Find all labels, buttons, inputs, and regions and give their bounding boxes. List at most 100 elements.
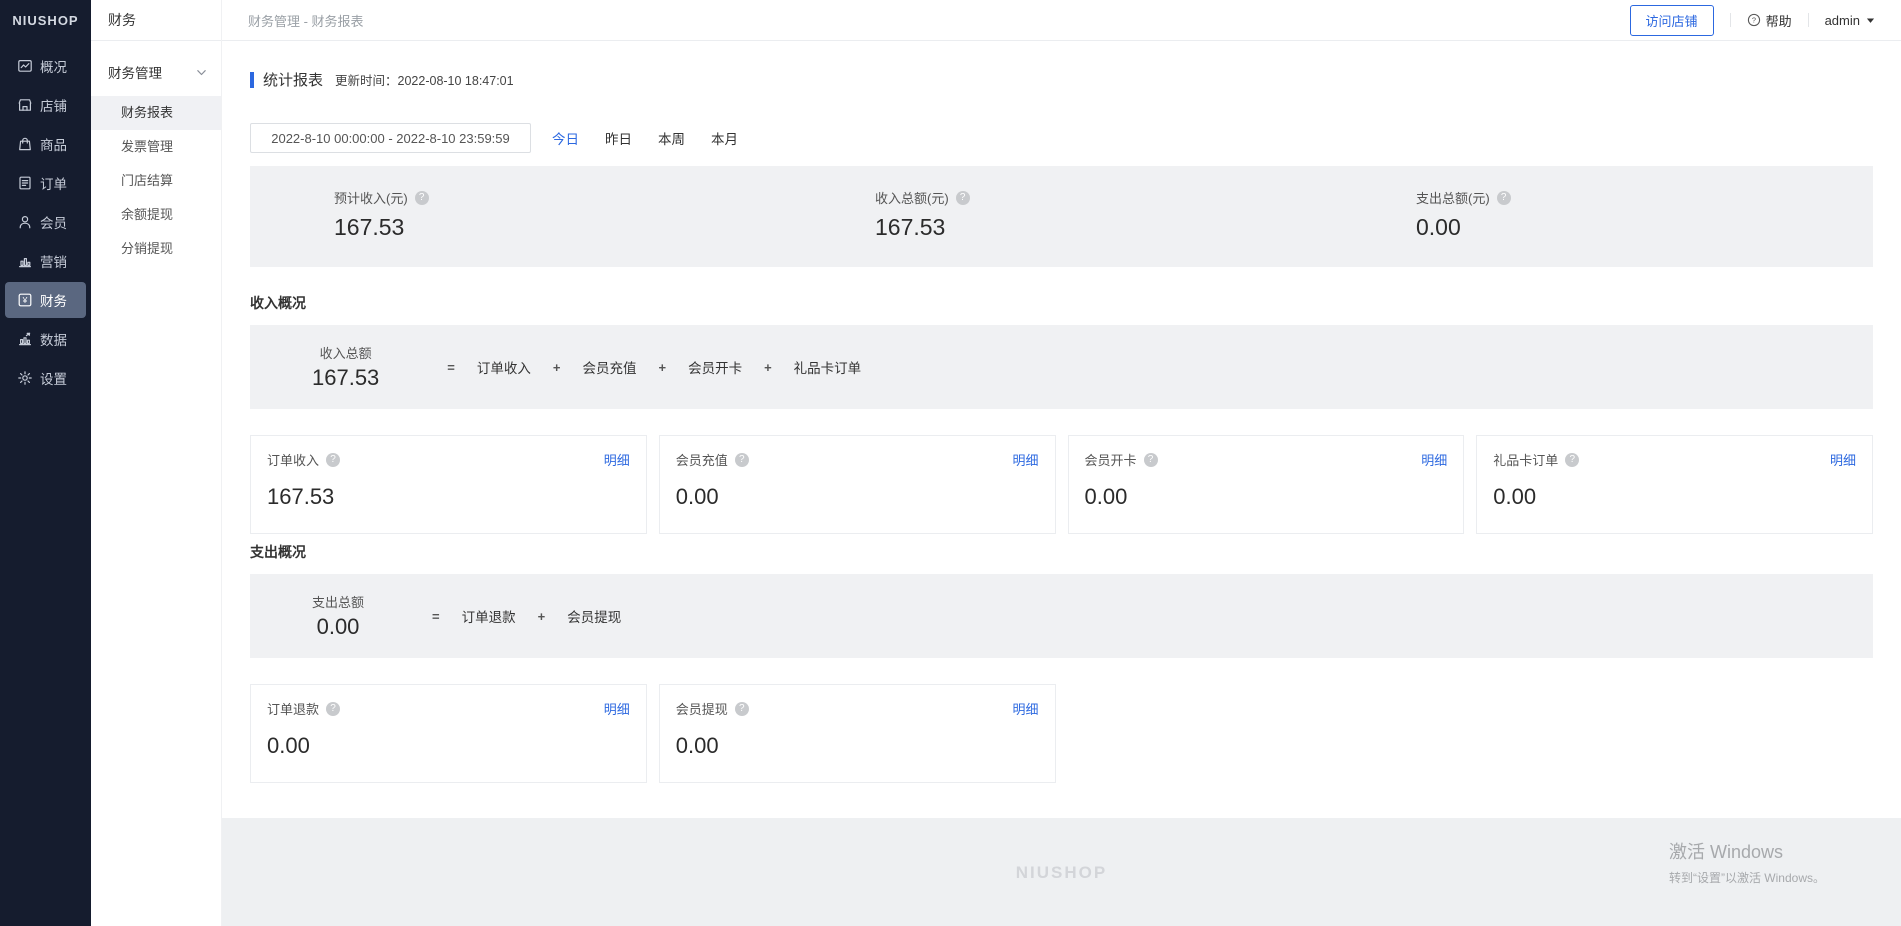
sidebar-item-shop[interactable]: 店铺 [5, 87, 86, 123]
page-footer: NIUSHOP 激活 Windows 转到“设置”以激活 Windows。 [222, 818, 1901, 926]
section-heading: 支出概况 [250, 542, 1873, 562]
svg-text:¥: ¥ [22, 295, 28, 305]
stat-card-label-text: 会员充值 [676, 450, 728, 469]
help-menu[interactable]: ? 帮助 [1747, 11, 1792, 30]
user-menu[interactable]: admin [1825, 13, 1875, 28]
formula-component: 订单收入 [477, 357, 531, 377]
date-range-input[interactable] [250, 123, 531, 153]
stat-card-value: 0.00 [1085, 484, 1448, 510]
submenu-item-0[interactable]: 财务报表 [91, 96, 221, 130]
stat-card-label: 会员提现? [676, 699, 749, 718]
formula-component: 会员充值 [582, 357, 636, 377]
quick-filter-2[interactable]: 本周 [658, 128, 685, 148]
help-tip-icon[interactable]: ? [956, 191, 970, 205]
quick-filter-3[interactable]: 本月 [711, 128, 738, 148]
detail-link[interactable]: 明细 [604, 450, 630, 469]
formula-component: 礼品卡订单 [794, 357, 862, 377]
detail-link[interactable]: 明细 [1421, 450, 1447, 469]
help-tip-icon[interactable]: ? [735, 702, 749, 716]
formula-total-label: 支出总额 [312, 592, 364, 611]
detail-link[interactable]: 明细 [1830, 450, 1856, 469]
niushop-watermark: NIUSHOP [1016, 863, 1107, 883]
stat-card-value: 0.00 [267, 733, 630, 759]
data-icon [17, 331, 33, 347]
sidebar-item-finance[interactable]: ¥财务 [5, 282, 86, 318]
svg-text:?: ? [1751, 16, 1755, 25]
formula-total-value: 167.53 [312, 365, 379, 391]
stat-card-label: 礼品卡订单? [1493, 450, 1579, 469]
sidebar-item-label: 店铺 [40, 95, 67, 115]
formula-total: 支出总额 0.00 [312, 592, 364, 640]
stat-card: 会员开卡? 明细 0.00 [1068, 435, 1465, 534]
marketing-icon [17, 253, 33, 269]
chevron-down-icon [196, 67, 207, 78]
submenu-item-1[interactable]: 发票管理 [91, 130, 221, 164]
sidebar-item-data[interactable]: 数据 [5, 321, 86, 357]
module-title: 财务 [91, 0, 221, 41]
summary-stat-label: 支出总额(元)? [1416, 188, 1873, 207]
formula-total-value: 0.00 [312, 614, 364, 640]
help-circle-icon: ? [1747, 13, 1761, 27]
topbar-divider [1730, 13, 1731, 27]
equals-sign: = [447, 360, 455, 375]
topbar-right: 访问店铺 ? 帮助 admin [1630, 5, 1875, 36]
sidebar-item-orders[interactable]: 订单 [5, 165, 86, 201]
sidebar-item-settings[interactable]: 设置 [5, 360, 86, 396]
help-tip-icon[interactable]: ? [415, 191, 429, 205]
stat-card-label: 会员开卡? [1085, 450, 1158, 469]
caret-down-icon [1866, 16, 1875, 25]
detail-link[interactable]: 明细 [1012, 699, 1038, 718]
overview-icon [17, 58, 33, 74]
stat-card-header: 会员提现? 明细 [676, 699, 1039, 718]
help-tip-icon[interactable]: ? [735, 453, 749, 467]
topbar: 财务管理 - 财务报表 访问店铺 ? 帮助 admin [222, 0, 1901, 41]
main-area: 财务管理 - 财务报表 访问店铺 ? 帮助 admin 统计报表 更新时间：2 [222, 0, 1901, 926]
breadcrumb: 财务管理 - 财务报表 [248, 11, 364, 30]
formula-panel: 支出总额0.00=订单退款+会员提现 [250, 574, 1873, 658]
detail-link[interactable]: 明细 [604, 699, 630, 718]
formula-total: 收入总额167.53 [312, 343, 379, 391]
stat-card: 礼品卡订单?明细0.00 [1476, 435, 1873, 534]
stat-card-header: 会员开卡? 明细 [1085, 450, 1448, 469]
quick-filter-0[interactable]: 今日 [552, 128, 579, 148]
sidebar-item-members[interactable]: 会员 [5, 204, 86, 240]
help-tip-icon[interactable]: ? [326, 702, 340, 716]
stat-card-label: 订单收入? [267, 450, 340, 469]
summary-stat-label: 预计收入(元)? [334, 188, 791, 207]
date-filter-row: 今日 昨日 本周 本月 [250, 123, 1873, 153]
stat-card-label-text: 礼品卡订单 [1493, 450, 1558, 469]
submenu-group-finance-management[interactable]: 财务管理 [91, 41, 221, 96]
submenu-item-3[interactable]: 余额提现 [91, 198, 221, 232]
submenu-item-4[interactable]: 分销提现 [91, 232, 221, 266]
help-tip-icon[interactable]: ? [1565, 453, 1579, 467]
cards-row: 订单退款?明细0.00会员提现?明细0.00 [250, 684, 1873, 783]
sidebar-item-label: 数据 [40, 329, 67, 349]
detail-link[interactable]: 明细 [1012, 450, 1038, 469]
sidebar-item-overview[interactable]: 概况 [5, 48, 86, 84]
summary-stat-value: 167.53 [875, 214, 1332, 241]
plus-sign: + [553, 360, 561, 375]
help-tip-icon[interactable]: ? [1144, 453, 1158, 467]
app-window: NIUSHOP 概况店铺商品订单会员营销¥财务数据设置 财务 财务管理 财务报表… [0, 0, 1901, 926]
title-accent-bar [250, 72, 254, 88]
primary-sidebar: NIUSHOP 概况店铺商品订单会员营销¥财务数据设置 [0, 0, 91, 926]
stat-card-label-text: 订单退款 [267, 699, 319, 718]
help-tip-icon[interactable]: ? [1497, 191, 1511, 205]
members-icon [17, 214, 33, 230]
sidebar-item-label: 设置 [40, 368, 67, 388]
section-0: 收入概况收入总额167.53=订单收入+会员充值+会员开卡+礼品卡订单订单收入?… [250, 293, 1873, 534]
stat-card-label: 会员充值? [676, 450, 749, 469]
stat-card-header: 订单退款? 明细 [267, 699, 630, 718]
quick-filter-1[interactable]: 昨日 [605, 128, 632, 148]
sidebar-item-marketing[interactable]: 营销 [5, 243, 86, 279]
visit-shop-button[interactable]: 访问店铺 [1630, 5, 1714, 36]
updated-time: 更新时间：2022-08-10 18:47:01 [335, 70, 514, 89]
summary-stat-0: 预计收入(元)?167.53 [250, 166, 791, 267]
secondary-sidebar: 财务 财务管理 财务报表发票管理门店结算余额提现分销提现 [91, 0, 222, 926]
help-tip-icon[interactable]: ? [326, 453, 340, 467]
primary-nav: 概况店铺商品订单会员营销¥财务数据设置 [0, 41, 91, 399]
sidebar-item-goods[interactable]: 商品 [5, 126, 86, 162]
submenu-item-2[interactable]: 门店结算 [91, 164, 221, 198]
sidebar-item-label: 订单 [40, 173, 67, 193]
formula-component: 订单退款 [462, 606, 516, 626]
